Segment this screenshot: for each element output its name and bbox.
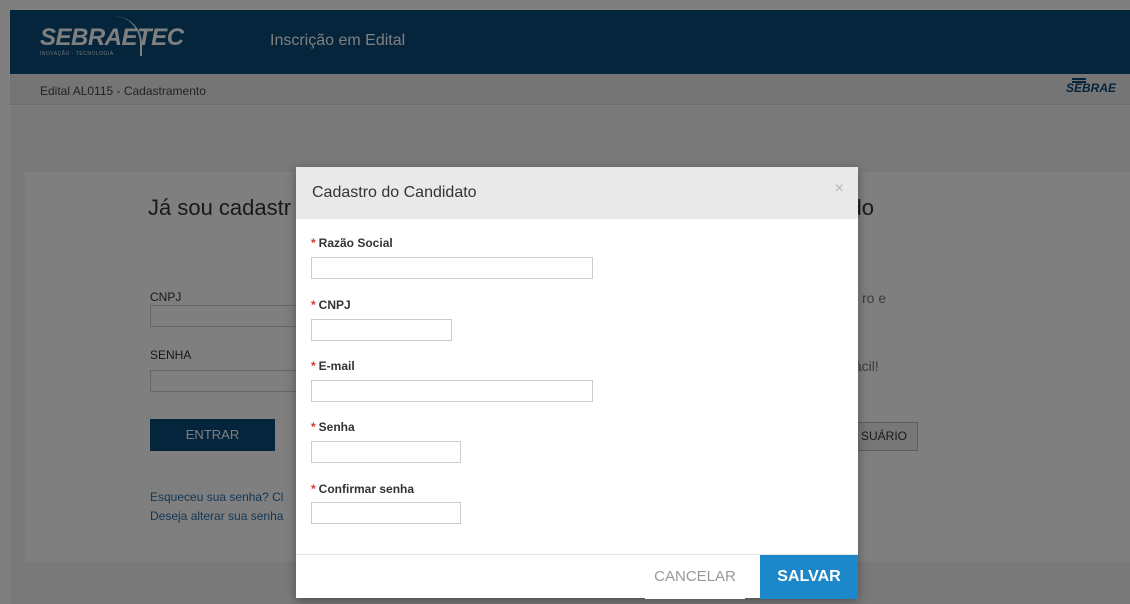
confirm-password-label: * Confirmar senha	[311, 482, 414, 496]
required-mark: *	[311, 236, 316, 250]
senha-field-label-text: Senha	[318, 420, 355, 434]
senha-field-label: * Senha	[311, 420, 355, 434]
modal-header: Cadastro do Candidato ×	[296, 167, 858, 219]
cancel-button[interactable]: CANCELAR	[645, 555, 745, 599]
cnpj-field-label: * CNPJ	[311, 298, 351, 312]
email-input[interactable]	[311, 380, 593, 402]
password-input[interactable]	[311, 441, 461, 463]
confirm-password-label-text: Confirmar senha	[318, 482, 415, 496]
candidate-registration-modal: Cadastro do Candidato × * Razão Social * C…	[296, 167, 858, 599]
required-mark: *	[311, 359, 316, 373]
razao-social-label: * Razão Social	[311, 236, 393, 250]
cnpj-field-label-text: CNPJ	[318, 298, 351, 312]
required-mark: *	[311, 482, 316, 496]
razao-social-label-text: Razão Social	[318, 236, 393, 250]
confirm-password-input[interactable]	[311, 502, 461, 524]
modal-title: Cadastro do Candidato	[312, 184, 477, 201]
required-mark: *	[311, 298, 316, 312]
close-icon[interactable]: ×	[835, 180, 844, 198]
email-label-text: E-mail	[318, 359, 355, 373]
razao-social-input[interactable]	[311, 257, 593, 279]
required-mark: *	[311, 420, 316, 434]
save-button[interactable]: SALVAR	[760, 555, 858, 599]
modal-footer: CANCELAR SALVAR	[296, 554, 858, 599]
cnpj-input[interactable]	[311, 319, 452, 341]
email-label: * E-mail	[311, 359, 355, 373]
